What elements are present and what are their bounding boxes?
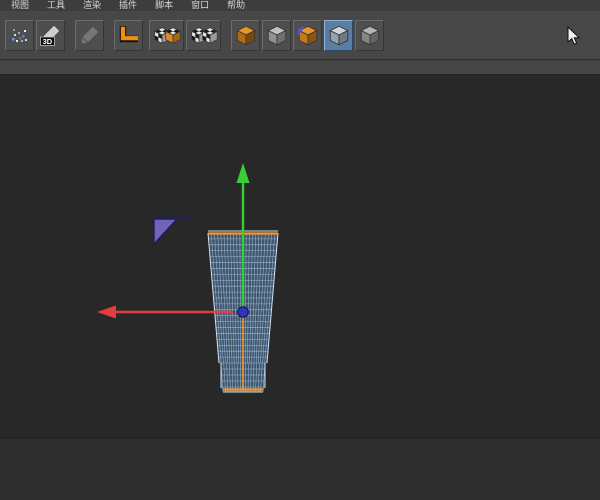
display-mode-button-5[interactable] — [355, 20, 384, 51]
display-mode-button-4-selected[interactable] — [324, 20, 353, 51]
menu-script[interactable]: 脚本 — [146, 0, 182, 11]
corner-spline-icon — [117, 23, 141, 47]
display-mode-button-2[interactable] — [262, 20, 291, 51]
viewport-panel — [0, 75, 600, 437]
display-mode-2-icon — [265, 23, 289, 47]
display-mode-button-1[interactable] — [231, 20, 260, 51]
display-mode-5-icon — [358, 23, 382, 47]
menu-render[interactable]: 渲染 — [74, 0, 110, 11]
texture-cubes-b-icon — [189, 22, 219, 48]
origin-handle[interactable] — [238, 307, 248, 317]
bottom-panel — [0, 437, 600, 500]
toolbar-divider-strip — [0, 59, 600, 75]
menu-view[interactable]: 视图 — [2, 0, 38, 11]
noise-brush-tool-button[interactable] — [5, 20, 34, 51]
display-mode-3-icon — [296, 23, 320, 47]
display-mode-4-icon — [327, 23, 351, 47]
pencil-3d-badge: 3D — [42, 37, 52, 46]
texture-cubes-button-b[interactable] — [186, 20, 221, 51]
viewport-canvas[interactable] — [0, 75, 600, 437]
menu-help[interactable]: 帮助 — [218, 0, 254, 11]
paint-tool-button-disabled[interactable] — [75, 20, 104, 51]
axis-x-handle[interactable] — [97, 306, 233, 319]
main-toolbar: 3D — [0, 11, 600, 59]
texture-cubes-a-icon — [152, 22, 182, 48]
menu-tools[interactable]: 工具 — [38, 0, 74, 11]
mouse-cursor — [567, 26, 582, 47]
corner-spline-tool-button[interactable] — [114, 20, 143, 51]
application-window: 视图 工具 渲染 插件 脚本 窗口 帮助 — [0, 0, 600, 500]
pencil-3d-tool-button[interactable]: 3D — [36, 20, 65, 51]
menu-bar: 视图 工具 渲染 插件 脚本 窗口 帮助 — [0, 0, 600, 11]
texture-cubes-button-a[interactable] — [149, 20, 184, 51]
menu-plugins[interactable]: 插件 — [110, 0, 146, 11]
display-mode-button-3[interactable] — [293, 20, 322, 51]
menu-window[interactable]: 窗口 — [182, 0, 218, 11]
noise-brush-icon — [8, 23, 32, 47]
pencil-3d-icon: 3D — [39, 23, 63, 47]
display-mode-1-icon — [234, 23, 258, 47]
paint-tool-icon — [78, 23, 102, 47]
plane-gizmo-handle[interactable] — [152, 218, 190, 244]
